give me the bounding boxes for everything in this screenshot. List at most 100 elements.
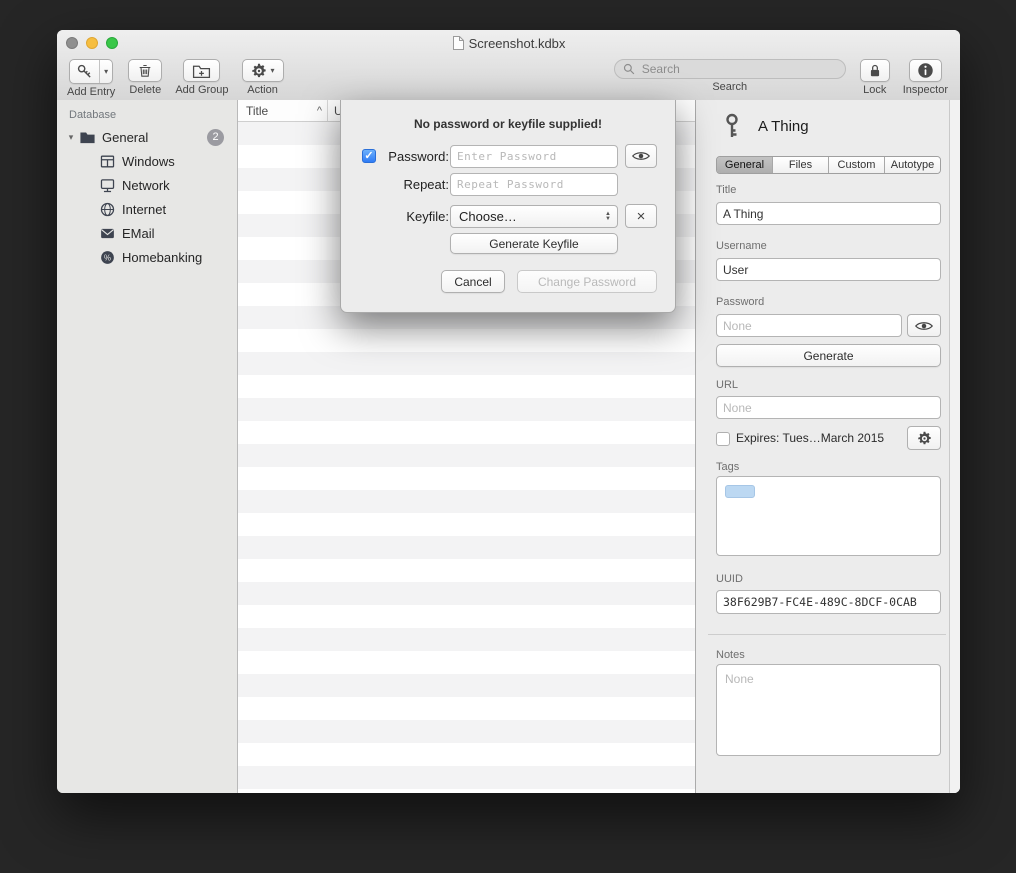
column-header-title[interactable]: Title ^ — [238, 100, 328, 121]
sidebar-item-windows[interactable]: Windows — [57, 149, 237, 173]
sidebar-item-label: Homebanking — [122, 250, 202, 265]
repeat-password-input[interactable] — [450, 173, 618, 196]
expires-settings-button[interactable] — [907, 426, 941, 450]
keyfile-popup[interactable]: Choose… ▲▼ — [450, 205, 618, 228]
generate-password-button[interactable]: Generate — [716, 344, 941, 367]
key-icon — [720, 113, 744, 139]
titlebar[interactable]: Screenshot.kdbx — [57, 30, 960, 56]
search-icon — [623, 63, 635, 75]
lock-label: Lock — [863, 84, 886, 96]
tab-files[interactable]: Files — [773, 157, 829, 173]
add-entry-button[interactable]: ▾ — [69, 59, 113, 84]
traffic-lights — [66, 37, 118, 49]
generate-keyfile-button[interactable]: Generate Keyfile — [450, 233, 618, 254]
cancel-button[interactable]: Cancel — [441, 270, 505, 293]
search-label: Search — [712, 81, 747, 93]
reveal-password-button[interactable] — [625, 144, 657, 168]
notes-box[interactable]: None — [716, 664, 941, 756]
tag-pill[interactable] — [725, 485, 755, 498]
gear-icon — [251, 63, 267, 79]
change-password-sheet: No password or keyfile supplied! ✓ Passw… — [340, 100, 676, 313]
window-chrome: Screenshot.kdbx ▾ Add Entry Delete — [57, 30, 960, 101]
keyfile-label: Keyfile: — [381, 205, 449, 228]
expires-checkbox[interactable] — [716, 432, 730, 446]
password-input[interactable] — [450, 145, 618, 168]
lock-icon — [868, 63, 882, 79]
chevron-down-icon: ▾ — [271, 66, 275, 75]
inspector-panel: A Thing General Files Custom Autotype Ti… — [695, 100, 960, 793]
chevron-down-icon[interactable]: ▾ — [99, 60, 112, 83]
notes-label: Notes — [716, 649, 745, 661]
document-proxy-icon — [452, 36, 464, 50]
sidebar-item-email[interactable]: EMail — [57, 221, 237, 245]
password-checkbox[interactable]: ✓ — [362, 149, 376, 163]
minimize-button[interactable] — [86, 37, 98, 49]
clear-keyfile-button[interactable]: × — [625, 204, 657, 228]
add-entry-label: Add Entry — [67, 86, 115, 98]
title-field-label: Title — [716, 184, 736, 196]
sidebar: Database ▾ General 2 Windows Network Int… — [57, 100, 238, 793]
checkmark-icon: ✓ — [364, 150, 373, 162]
title-field[interactable] — [716, 202, 941, 225]
action-button[interactable]: ▾ — [242, 59, 284, 82]
search-input[interactable] — [640, 61, 837, 77]
toolbar-item-delete: Delete — [128, 59, 162, 96]
sort-indicator-icon: ^ — [317, 105, 322, 117]
add-group-button[interactable] — [183, 59, 220, 82]
internet-globe-icon — [99, 201, 116, 218]
sidebar-section-header: Database — [57, 100, 237, 125]
expires-label: Expires: Tues…March 2015 — [736, 431, 884, 445]
column-title-label: Title — [246, 104, 268, 118]
svg-text:%: % — [104, 253, 111, 262]
toolbar: ▾ Add Entry Delete Add Group ▾ — [57, 56, 960, 100]
sidebar-item-network[interactable]: Network — [57, 173, 237, 197]
folder-icon — [79, 129, 96, 146]
tab-custom[interactable]: Custom — [829, 157, 885, 173]
delete-label: Delete — [129, 84, 161, 96]
tab-general[interactable]: General — [717, 157, 773, 173]
uuid-label: UUID — [716, 573, 743, 585]
change-password-button[interactable]: Change Password — [517, 270, 657, 293]
delete-button[interactable] — [128, 59, 162, 82]
lock-button[interactable] — [860, 59, 890, 82]
toolbar-item-lock: Lock — [860, 59, 890, 96]
tags-label: Tags — [716, 461, 739, 473]
toolbar-item-inspector: Inspector — [903, 59, 948, 96]
url-field-label: URL — [716, 379, 738, 391]
sidebar-item-label: Network — [122, 178, 170, 193]
keyfile-popup-value: Choose… — [451, 209, 605, 224]
reveal-password-button[interactable] — [907, 314, 941, 337]
inspector-entry-header: A Thing — [720, 113, 809, 139]
uuid-field[interactable] — [716, 590, 941, 614]
action-label: Action — [247, 84, 278, 96]
close-button[interactable] — [66, 37, 78, 49]
username-field[interactable] — [716, 258, 941, 281]
folder-plus-icon — [192, 63, 211, 79]
inspector-tab-bar: General Files Custom Autotype — [716, 156, 941, 174]
entry-count-badge: 2 — [207, 129, 224, 146]
toolbar-item-action: ▾ Action — [242, 59, 284, 96]
inspector-divider — [708, 634, 946, 635]
disclosure-triangle-icon[interactable]: ▾ — [65, 132, 77, 143]
key-icon — [76, 63, 93, 80]
password-field[interactable] — [716, 314, 902, 337]
search-field[interactable] — [614, 59, 846, 79]
tags-box[interactable] — [716, 476, 941, 556]
repeat-label: Repeat: — [381, 173, 449, 196]
inspector-scrollbar[interactable] — [949, 100, 960, 793]
inspector-label: Inspector — [903, 84, 948, 96]
email-envelope-icon — [99, 225, 116, 242]
inspector-button[interactable] — [909, 59, 942, 82]
sidebar-group-general[interactable]: ▾ General 2 — [57, 125, 237, 149]
toolbar-item-add-entry: ▾ Add Entry — [67, 59, 115, 98]
window-title: Screenshot.kdbx — [469, 36, 566, 51]
sheet-message: No password or keyfile supplied! — [341, 117, 675, 131]
url-field[interactable] — [716, 396, 941, 419]
tab-autotype[interactable]: Autotype — [885, 157, 940, 173]
sidebar-item-internet[interactable]: Internet — [57, 197, 237, 221]
toolbar-item-search: Search — [614, 59, 846, 93]
popup-stepper-icon: ▲▼ — [605, 212, 617, 222]
sidebar-item-homebanking[interactable]: % Homebanking — [57, 245, 237, 269]
zoom-button[interactable] — [106, 37, 118, 49]
clear-x-icon: × — [637, 209, 646, 224]
